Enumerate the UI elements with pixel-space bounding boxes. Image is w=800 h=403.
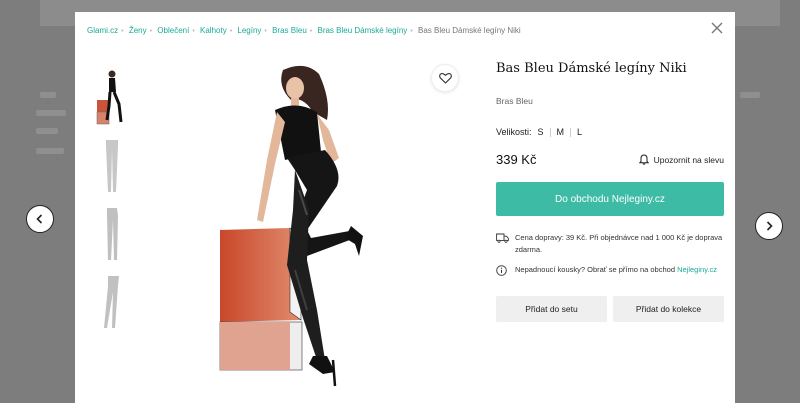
price-alert-button[interactable]: Upozornit na slevu: [638, 154, 724, 165]
breadcrumb-separator: •: [192, 28, 195, 35]
size-selector: Velikosti: S M L: [496, 127, 724, 137]
info-icon: [496, 264, 510, 280]
add-to-set-button[interactable]: Přidat do setu: [496, 296, 607, 322]
background-text: [36, 148, 64, 154]
background-text: [740, 92, 760, 98]
thumbnail-list: [93, 67, 131, 339]
breadcrumb: Glami.cz • Ženy • Oblečení • Kalhoty • Legín…: [87, 26, 521, 35]
leggings-thumbnail-icon: [106, 140, 118, 192]
leggings-thumbnail-icon: [104, 276, 119, 328]
shipping-note-text: Cena dopravy: 39 Kč. Při objednávce nad …: [515, 233, 723, 254]
background-text: [40, 92, 56, 98]
thumbnail-image[interactable]: [93, 203, 131, 265]
thumbnail-image[interactable]: [93, 271, 131, 333]
breadcrumb-separator: •: [264, 28, 267, 35]
secondary-actions: Přidat do setu Přidat do kolekce: [496, 296, 724, 322]
add-to-collection-button[interactable]: Přidat do kolekce: [613, 296, 724, 322]
background-text: [36, 128, 58, 134]
thumbnail-image[interactable]: [93, 135, 131, 197]
breadcrumb-link[interactable]: Bras Bleu: [272, 26, 307, 35]
product-modal: Glami.cz • Ženy • Oblečení • Kalhoty • Legín…: [75, 12, 735, 403]
breadcrumb-link[interactable]: Oblečení: [157, 26, 189, 35]
chevron-right-icon: [766, 221, 773, 231]
shipping-note: Cena dopravy: 39 Kč. Při objednávce nad …: [496, 232, 724, 256]
product-price: 339 Kč: [496, 152, 537, 167]
product-thumbnail-icon: [96, 70, 123, 125]
fit-note-text: Nepadnoucí kousky? Obrať se přímo na obc…: [515, 264, 717, 280]
breadcrumb-separator: •: [149, 28, 153, 35]
product-info: Bas Bleu Dámské legíny Niki Bras Bleu Ve…: [496, 60, 724, 322]
size-separator: [549, 127, 551, 137]
next-product-button[interactable]: [755, 212, 783, 240]
previous-product-button[interactable]: [26, 205, 54, 233]
breadcrumb-current: Bas Bleu Dámské legíny Niki: [418, 26, 521, 35]
close-icon: [711, 22, 723, 34]
fit-note-label: Nepadnoucí kousky? Obrať se přímo na obc…: [515, 265, 675, 274]
breadcrumb-separator: •: [410, 28, 413, 35]
product-main-image[interactable]: [195, 60, 455, 390]
breadcrumb-link[interactable]: Legíny: [237, 26, 261, 35]
breadcrumb-separator: •: [121, 28, 124, 35]
heart-icon: [438, 73, 452, 84]
breadcrumb-link[interactable]: Glami.cz: [87, 26, 118, 35]
product-brand[interactable]: Bras Bleu: [496, 96, 724, 106]
price-row: 339 Kč Upozornit na slevu: [496, 152, 724, 167]
breadcrumb-link[interactable]: Ženy: [129, 26, 147, 35]
breadcrumb-separator: •: [309, 28, 313, 35]
thumbnail-image[interactable]: [93, 67, 131, 129]
truck-icon: [496, 232, 510, 256]
breadcrumb-link[interactable]: Bras Bleu Dámské legíny: [317, 26, 407, 35]
sizes-label: Velikosti:: [496, 127, 532, 137]
size-option-l[interactable]: L: [577, 127, 582, 137]
size-separator: [570, 127, 572, 137]
price-alert-label: Upozornit na slevu: [653, 154, 724, 165]
go-to-shop-button[interactable]: Do obchodu Nejleginy.cz: [496, 182, 724, 216]
close-button[interactable]: [709, 20, 725, 36]
product-title: Bas Bleu Dámské legíny Niki: [496, 61, 687, 76]
favorite-button[interactable]: [431, 64, 459, 92]
breadcrumb-link[interactable]: Kalhoty: [200, 26, 227, 35]
breadcrumb-separator: •: [229, 28, 233, 35]
size-option-m[interactable]: M: [557, 127, 565, 137]
size-option-s[interactable]: S: [538, 127, 544, 137]
shop-link[interactable]: Nejleginy.cz: [677, 265, 717, 274]
chevron-left-icon: [36, 214, 43, 224]
background-text: [36, 110, 66, 116]
bell-icon: [638, 154, 649, 165]
fit-note: Nepadnoucí kousky? Obrať se přímo na obc…: [496, 264, 724, 280]
leggings-thumbnail-icon: [107, 208, 118, 260]
